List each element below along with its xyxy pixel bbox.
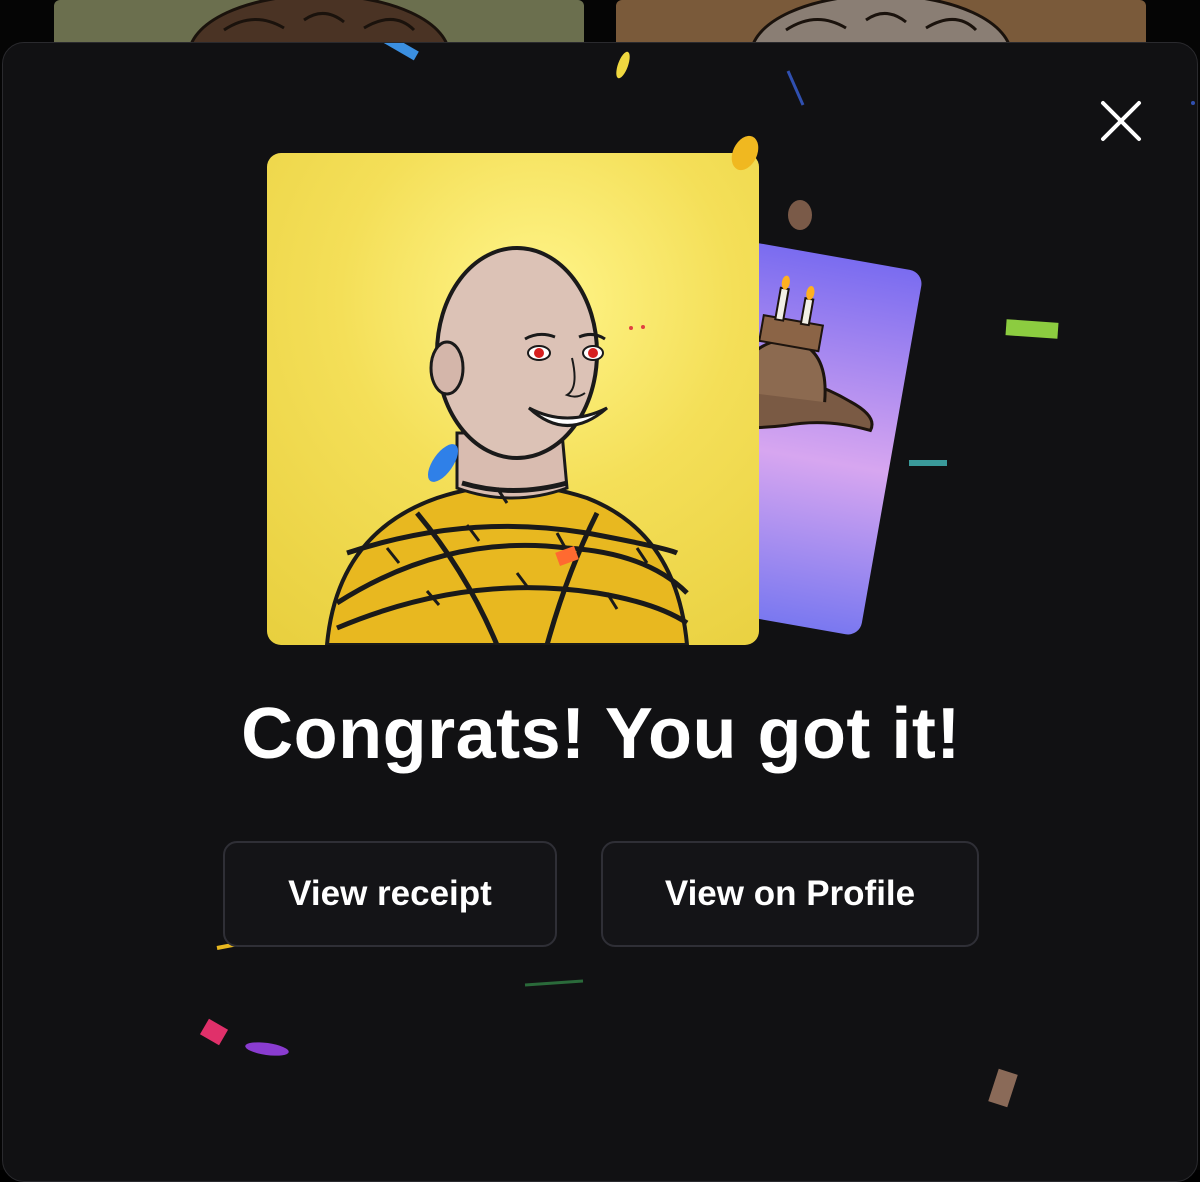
close-button[interactable] — [1093, 93, 1149, 149]
view-on-profile-button[interactable]: View on Profile — [601, 841, 979, 947]
view-receipt-button[interactable]: View receipt — [223, 841, 557, 947]
success-modal: Congrats! You got it! View receipt View … — [2, 42, 1198, 1182]
congrats-title: Congrats! You got it! — [241, 694, 961, 774]
nft-card-primary — [267, 153, 759, 645]
close-icon — [1101, 101, 1141, 141]
